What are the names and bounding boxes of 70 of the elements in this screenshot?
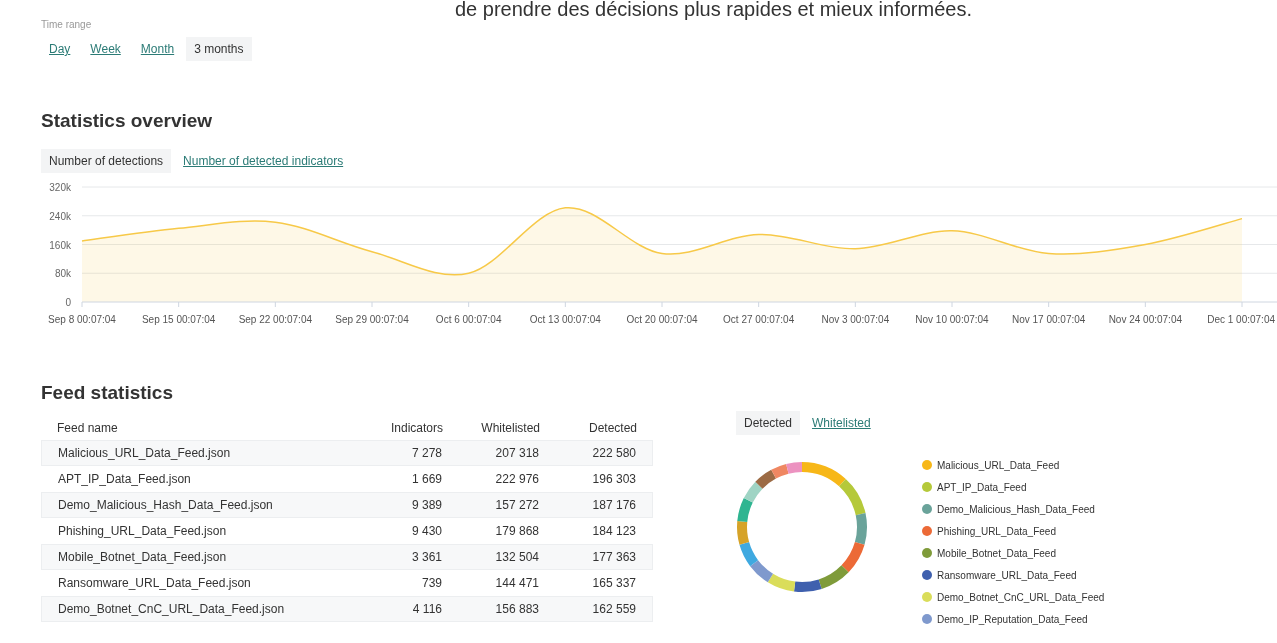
axis-label: Nov 24 00:07:04 xyxy=(1108,313,1183,325)
axis-label: 0 xyxy=(65,296,71,308)
axis-label: Oct 13 00:07:04 xyxy=(529,313,601,325)
table-cell-text: 1 669 xyxy=(410,471,442,488)
axis-label: Dec 1 00:07:04 xyxy=(1207,313,1275,325)
table-cell-text: Demo_Malicious_Hash_Data_Feed.json xyxy=(58,497,274,514)
table-cell-text: Demo_Botnet_CnC_URL_Data_Feed.json xyxy=(58,601,286,618)
intro-text: de prendre des décisions plus rapides et mieux informées. xyxy=(455,0,972,20)
table-cell-text: 207 318 xyxy=(494,445,539,462)
axis-label: Nov 17 00:07:04 xyxy=(1011,313,1086,325)
time-range-label: Time range xyxy=(41,18,92,32)
axis-label: Nov 10 00:07:04 xyxy=(915,313,989,325)
legend-label: Demo_Botnet_CnC_URL_Data_Feed xyxy=(937,590,1105,605)
table-cell-text: Phishing_URL_Data_Feed.json xyxy=(58,523,228,540)
column-header: Detected xyxy=(587,419,637,437)
table-cell-text: 222 976 xyxy=(494,471,539,488)
table-cell-text: 177 363 xyxy=(591,549,636,566)
axis-label: Sep 29 00:07:04 xyxy=(335,313,409,325)
column-header: Feed name xyxy=(57,419,119,437)
axis-label: Sep 22 00:07:04 xyxy=(238,313,313,325)
table-cell-text: Ransomware_URL_Data_Feed.json xyxy=(58,575,252,592)
axis-label: Sep 15 00:07:04 xyxy=(141,313,216,325)
axis-label: Oct 6 00:07:04 xyxy=(435,313,502,325)
legend-label: Ransomware_URL_Data_Feed xyxy=(937,568,1077,583)
section-title: Statistics overview xyxy=(41,109,213,133)
axis-label: 80k xyxy=(54,267,71,279)
tab[interactable]: Number of detections xyxy=(41,148,172,173)
table-cell-text: 157 272 xyxy=(494,497,539,514)
table-cell-text: 9 389 xyxy=(410,497,442,514)
tab[interactable]: Day xyxy=(41,37,79,61)
table-cell-text: 4 116 xyxy=(411,601,442,618)
table-cell-text: Malicious_URL_Data_Feed.json xyxy=(58,445,232,462)
legend-label: Demo_IP_Reputation_Data_Feed xyxy=(937,612,1088,627)
table-cell-text: 132 504 xyxy=(494,549,539,566)
table-cell-text: 165 337 xyxy=(591,575,636,592)
legend-label: Phishing_URL_Data_Feed xyxy=(937,524,1056,539)
table-cell-text: 196 303 xyxy=(591,471,636,488)
axis-label: Nov 3 00:07:04 xyxy=(821,313,890,325)
table-cell-text: 156 883 xyxy=(494,601,539,618)
section-title: Feed statistics xyxy=(41,380,173,405)
legend-label: APT_IP_Data_Feed xyxy=(937,480,1027,495)
axis-label: Oct 20 00:07:04 xyxy=(626,313,698,325)
column-header: Whitelisted xyxy=(480,419,540,437)
table-cell-text: 3 361 xyxy=(410,549,442,566)
table-cell-text: APT_IP_Data_Feed.json xyxy=(58,471,192,488)
table-cell-text: 7 278 xyxy=(410,445,442,462)
column-header: Indicators xyxy=(389,419,443,437)
axis-label: 320k xyxy=(49,181,71,193)
axis-label: 240k xyxy=(49,210,71,222)
table-cell-text: 739 xyxy=(420,575,442,592)
legend-label: Demo_Malicious_Hash_Data_Feed xyxy=(937,502,1095,517)
tab[interactable]: Month xyxy=(132,37,183,61)
tab[interactable]: Detected xyxy=(736,411,801,435)
tab[interactable]: Whitelisted xyxy=(804,411,879,435)
table-cell-text: 184 123 xyxy=(591,523,636,540)
table-cell-text: Mobile_Botnet_Data_Feed.json xyxy=(58,549,228,566)
table-cell-text: 179 868 xyxy=(494,523,539,540)
table-cell-text: 144 471 xyxy=(494,575,539,592)
table-cell-text: 222 580 xyxy=(591,445,636,462)
table-cell-text: 162 559 xyxy=(591,601,636,618)
axis-label: Sep 8 00:07:04 xyxy=(48,313,116,325)
tab[interactable]: 3 months xyxy=(186,37,252,61)
axis-label: Oct 27 00:07:04 xyxy=(723,313,795,325)
axis-label: 160k xyxy=(49,239,71,250)
table-cell-text: 187 176 xyxy=(591,497,636,514)
table-cell-text: 9 430 xyxy=(410,523,442,540)
tab[interactable]: Week xyxy=(82,37,129,61)
tab[interactable]: Number of detected indicators xyxy=(175,148,352,173)
legend-label: Mobile_Botnet_Data_Feed xyxy=(937,546,1056,561)
legend-label: Malicious_URL_Data_Feed xyxy=(937,458,1060,473)
